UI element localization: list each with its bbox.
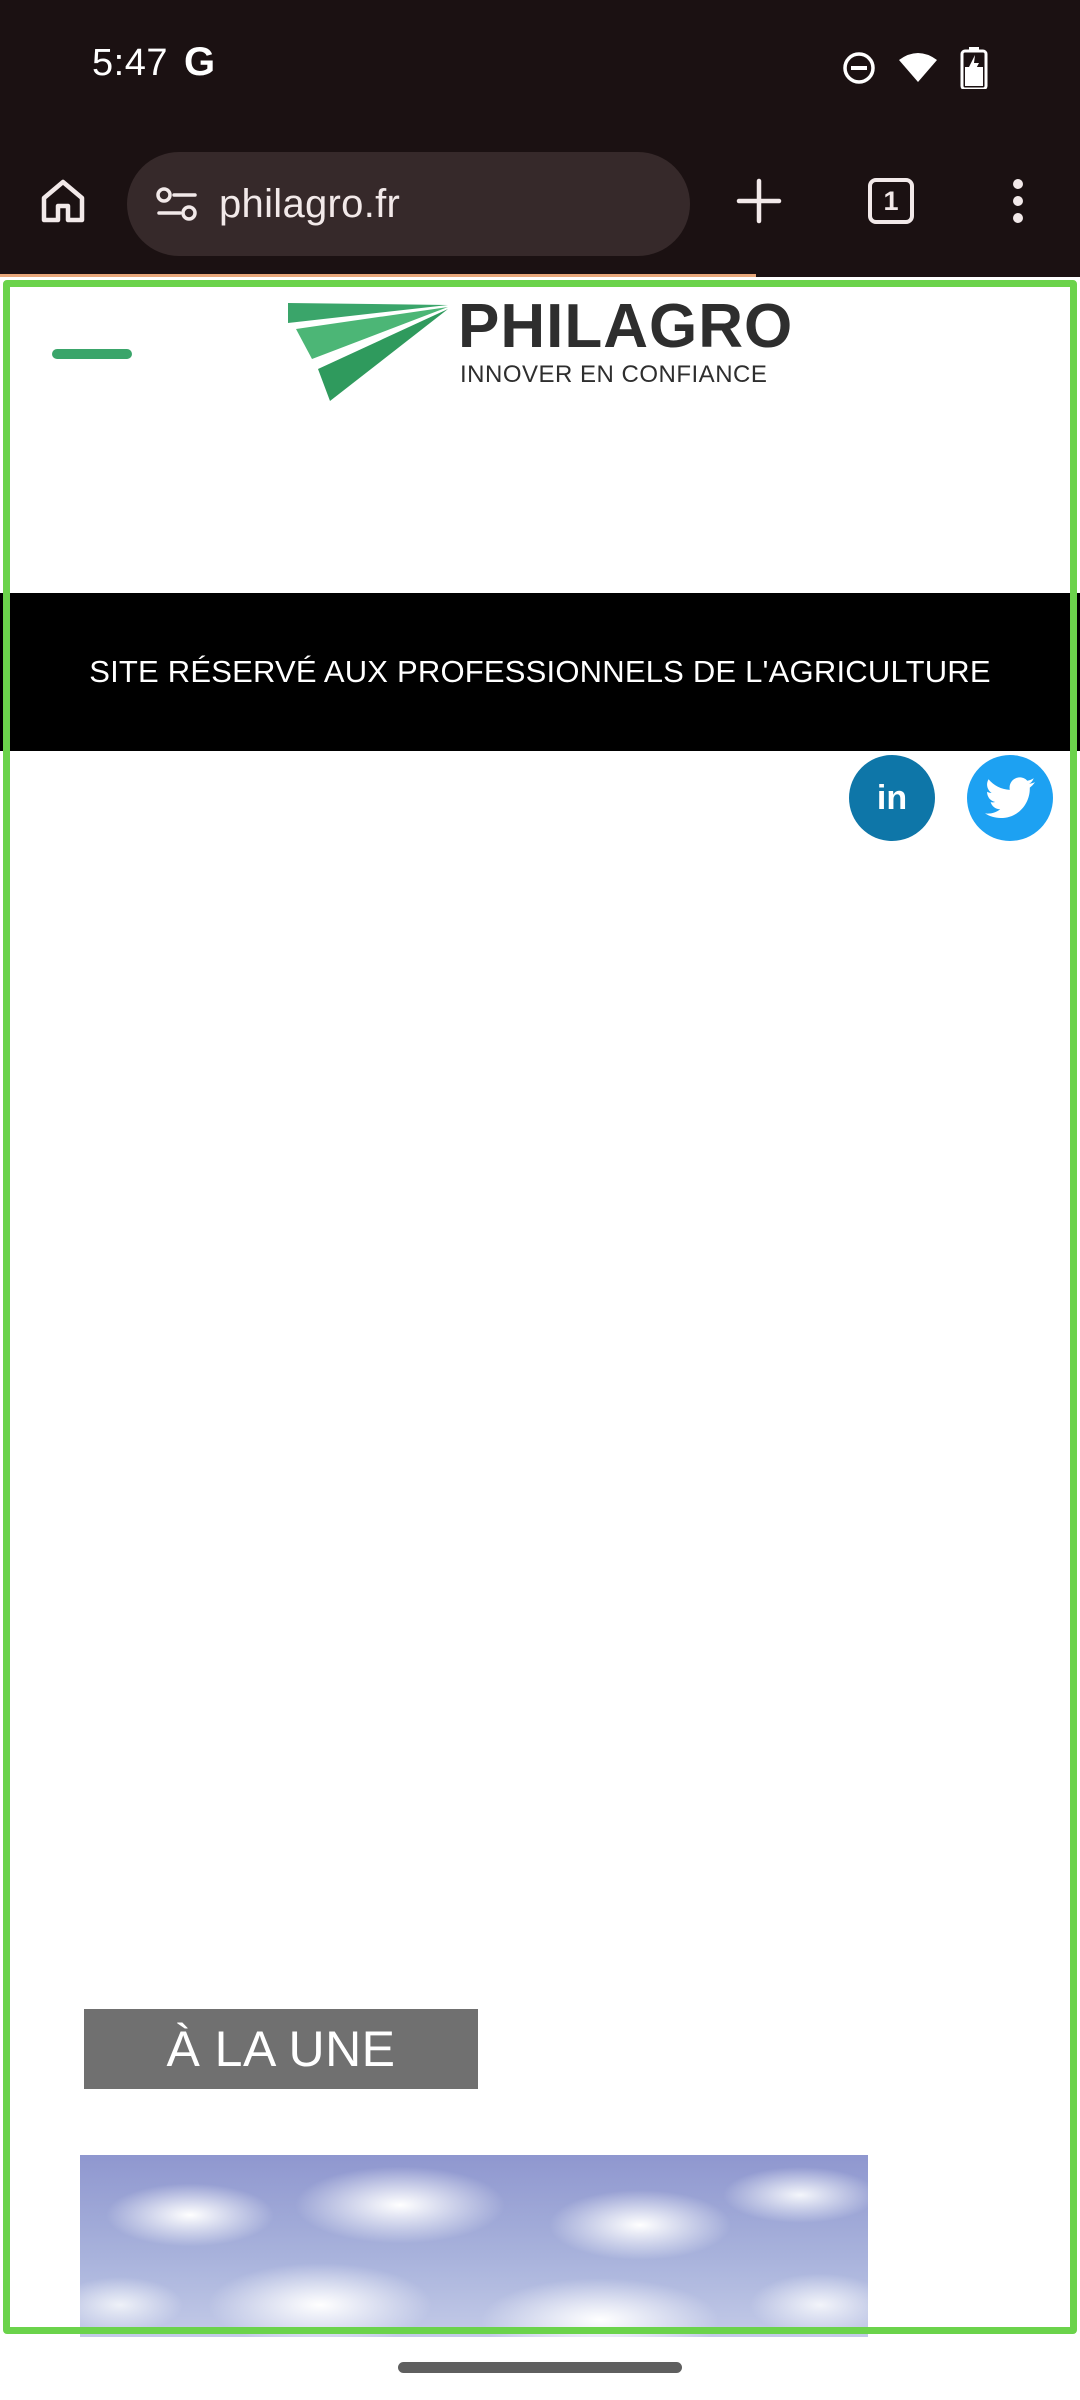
banner-text: SITE RÉSERVÉ AUX PROFESSIONNELS DE L'AGR…: [89, 654, 991, 689]
wifi-icon: [898, 52, 938, 84]
new-tab-button[interactable]: [726, 168, 792, 234]
more-menu-button[interactable]: [985, 168, 1051, 234]
web-page[interactable]: PHILAGRO INNOVER EN CONFIANCE SITE RÉSER…: [0, 277, 1080, 2337]
logo-tagline: INNOVER EN CONFIANCE: [460, 361, 768, 388]
featured-article-image[interactable]: [80, 2155, 868, 2337]
status-icons: [842, 46, 988, 90]
linkedin-button[interactable]: in: [849, 755, 935, 841]
tab-switcher-icon: 1: [868, 178, 914, 224]
tab-switcher-button[interactable]: 1: [858, 168, 924, 234]
twitter-button[interactable]: [967, 755, 1053, 841]
site-settings-icon[interactable]: [147, 174, 207, 234]
featured-label-text: À LA UNE: [166, 2021, 396, 2077]
do-not-disturb-icon: [842, 51, 876, 85]
url-bar[interactable]: philagro.fr: [127, 152, 690, 256]
home-icon: [41, 179, 85, 223]
gesture-handle[interactable]: [398, 2362, 682, 2373]
logo-name: PHILAGRO: [458, 292, 794, 361]
status-bar: 5:47 G: [0, 0, 1080, 135]
more-menu-icon: [1013, 179, 1023, 223]
tab-count: 1: [883, 185, 899, 216]
browser-toolbar: philagro.fr 1: [0, 135, 1080, 277]
twitter-icon: [985, 777, 1035, 818]
professional-notice-banner: SITE RÉSERVÉ AUX PROFESSIONNELS DE L'AGR…: [0, 593, 1080, 751]
featured-section-label: À LA UNE: [84, 2009, 478, 2089]
url-text: philagro.fr: [219, 181, 401, 226]
site-logo[interactable]: PHILAGRO INNOVER EN CONFIANCE: [288, 292, 798, 401]
linkedin-icon: in: [876, 778, 908, 817]
new-tab-plus-icon: [736, 178, 782, 224]
battery-charging-icon: [960, 47, 988, 89]
hamburger-icon: [52, 349, 132, 359]
google-notification-icon: G: [184, 40, 216, 84]
logo-mark-icon: [288, 303, 448, 401]
status-time: 5:47: [92, 42, 168, 84]
home-button[interactable]: [30, 168, 96, 234]
menu-toggle-button[interactable]: [52, 347, 132, 361]
